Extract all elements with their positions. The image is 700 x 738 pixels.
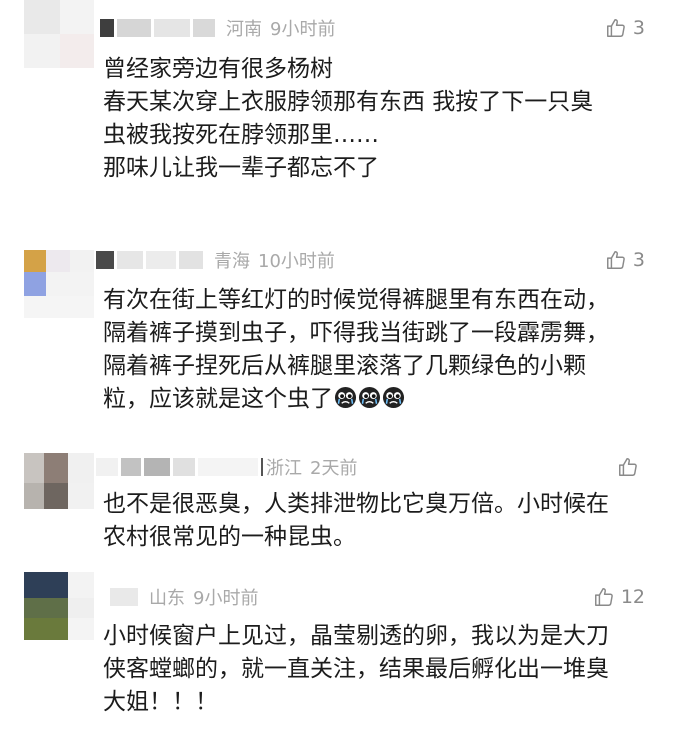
- like-button[interactable]: 3: [605, 16, 645, 40]
- comment-meta: 浙江 2天前: [96, 455, 357, 479]
- comment-time: 9小时前: [193, 588, 259, 609]
- comment-line: 虫被我按死在脖领那里……: [103, 122, 379, 148]
- comment-line: 有次在街上等红灯的时候觉得裤腿里有东西在动，: [103, 287, 609, 313]
- crying-face-icon: [334, 386, 357, 409]
- comment-line: 那味儿让我一辈子都忘不了: [103, 155, 379, 181]
- comment-location: 河南: [226, 19, 262, 40]
- avatar[interactable]: [24, 250, 94, 318]
- comment-text: 小时候窗户上见过，晶莹剔透的卵，我以为是大刀 侠客螳螂的，就一直关注，结果最后孵…: [103, 620, 670, 719]
- thumbs-up-icon: [606, 251, 625, 269]
- comment-line-last: 粒，应该就是这个虫了: [103, 383, 670, 416]
- comment-location: 青海: [214, 251, 250, 272]
- thumbs-up-icon: [619, 458, 637, 476]
- avatar[interactable]: [24, 453, 94, 521]
- comment-line: 隔着裤子捏死后从裤腿里滚落了几颗绿色的小颗: [103, 353, 586, 379]
- thumbs-up-icon: [594, 588, 613, 606]
- comment-line: 大姐！！！: [103, 689, 218, 715]
- comment-line: 小时候窗户上见过，晶莹剔透的卵，我以为是大刀: [103, 623, 609, 649]
- comment-text: 曾经家旁边有很多杨树 春天某次穿上衣服脖领那有东西 我按了下一只臭 虫被我按死在…: [103, 53, 670, 185]
- like-count: 12: [620, 586, 645, 608]
- comment-text: 也不是很恶臭，人类排泄物比它臭万倍。小时候在 农村很常见的一种昆虫。: [103, 488, 670, 554]
- like-button[interactable]: [617, 455, 645, 479]
- like-button[interactable]: 3: [605, 248, 645, 272]
- thumbs-up-icon: [606, 19, 625, 37]
- like-button[interactable]: 12: [593, 585, 645, 609]
- comment-line: 侠客螳螂的，就一直关注，结果最后孵化出一堆臭: [103, 656, 609, 682]
- crying-face-icon: [382, 386, 405, 409]
- comment-time: 9小时前: [270, 19, 336, 40]
- comment-line: 春天某次穿上衣服脖领那有东西 我按了下一只臭: [103, 89, 594, 115]
- comment-time: 10小时前: [258, 251, 335, 272]
- like-count: 3: [632, 17, 645, 39]
- avatar[interactable]: [24, 572, 94, 640]
- like-count: 3: [632, 249, 645, 271]
- comment-line: 也不是很恶臭，人类排泄物比它臭万倍。小时候在: [103, 491, 609, 517]
- comment-line: 曾经家旁边有很多杨树: [103, 56, 333, 82]
- comment-meta: 河南 9小时前: [100, 16, 335, 40]
- comment-time: 2天前: [310, 458, 358, 479]
- comment-line: 农村很常见的一种昆虫。: [103, 524, 356, 550]
- crying-face-icon: [358, 386, 381, 409]
- comment-text: 有次在街上等红灯的时候觉得裤腿里有东西在动， 隔着裤子摸到虫子，吓得我当街跳了一…: [103, 284, 670, 416]
- comment-line: 隔着裤子摸到虫子，吓得我当街跳了一段霹雳舞，: [103, 320, 609, 346]
- comment-meta: 青海 10小时前: [96, 248, 335, 272]
- avatar[interactable]: [24, 0, 94, 68]
- comment-location: 山东: [149, 588, 185, 609]
- comment-meta: 山东 9小时前: [110, 585, 258, 609]
- comment-location: 浙江: [266, 458, 302, 479]
- comment-line: 粒，应该就是这个虫了: [103, 386, 333, 412]
